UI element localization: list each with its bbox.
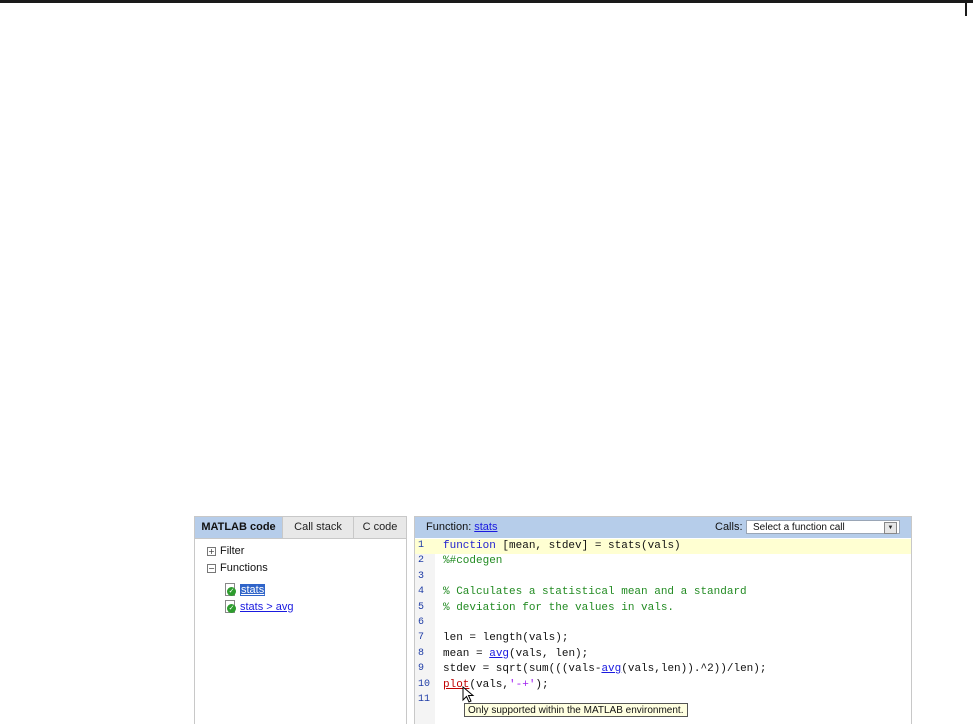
calls-label: Calls:: [715, 521, 743, 533]
code-line: 8 mean = avg(vals, len);: [415, 647, 911, 662]
dropdown-arrow-icon[interactable]: ▼: [884, 522, 897, 534]
line-number: 7: [418, 632, 425, 644]
mouse-pointer-icon: [462, 686, 475, 703]
code-text: %#codegen: [443, 554, 502, 569]
function-call-link[interactable]: avg: [489, 648, 509, 660]
line-number: 8: [418, 647, 425, 659]
tooltip: Only supported within the MATLAB environ…: [464, 703, 688, 717]
code-token: % Calculates a statistical mean and a st…: [443, 586, 747, 599]
code-line: 7 len = length(vals);: [415, 631, 911, 646]
line-number: 10: [418, 678, 431, 690]
function-label: Function:: [426, 521, 472, 533]
tab-call-stack[interactable]: Call stack: [283, 517, 354, 538]
function-link-stats[interactable]: stats: [240, 583, 266, 596]
check-icon: ✓: [225, 600, 237, 613]
calls-dropdown[interactable]: Select a function call ▼: [746, 520, 900, 534]
page-corner-mark: [965, 0, 967, 16]
code-text: % deviation for the values in vals.: [443, 601, 674, 616]
code-line: 5 % deviation for the values in vals.: [415, 601, 911, 616]
code-line: 2 %#codegen: [415, 554, 911, 569]
functions-node[interactable]: − Functions: [207, 562, 268, 574]
code-text: plot(vals,'-+');: [443, 678, 549, 693]
check-icon: ✓: [225, 583, 237, 596]
function-item[interactable]: ✓ stats: [225, 583, 266, 596]
filter-label: Filter: [220, 545, 245, 557]
filter-node[interactable]: + Filter: [207, 545, 244, 557]
line-number: 3: [418, 570, 425, 582]
function-link-stats-avg[interactable]: stats > avg: [240, 601, 294, 613]
line-number: 6: [418, 617, 425, 628]
report-navigation-panel: MATLAB code Call stack C code + Filter −…: [194, 516, 407, 724]
code-line: 1 function [mean, stdev] = stats(vals): [415, 539, 911, 554]
line-number: 9: [418, 663, 425, 675]
code-token: [mean, stdev] = stats(vals): [495, 540, 681, 552]
code-token: len = length(vals);: [443, 632, 569, 645]
line-number: 5: [418, 601, 425, 613]
collapse-icon[interactable]: −: [207, 563, 216, 573]
expand-icon[interactable]: +: [207, 546, 216, 556]
code-token: );: [535, 678, 549, 691]
line-number: 1: [418, 540, 425, 551]
code-text: function [mean, stdev] = stats(vals): [443, 539, 681, 554]
line-number: 4: [418, 586, 425, 598]
code-token: '-+': [509, 678, 536, 691]
code-token: stdev = sqrt(sum(((vals-: [443, 663, 602, 676]
code-line: 4 % Calculates a statistical mean and a s…: [415, 585, 911, 600]
line-number: 11: [418, 694, 431, 705]
code-line: 9 stdev = sqrt(sum(((vals-avg(vals,len)).…: [415, 662, 911, 677]
line-number: 2: [418, 555, 425, 567]
calls-dropdown-value: Select a function call: [753, 522, 845, 533]
code-editor[interactable]: 1 function [mean, stdev] = stats(vals) 2 %#…: [415, 539, 911, 724]
code-text: len = length(vals);: [443, 631, 568, 646]
code-line: 3: [415, 570, 911, 585]
function-call-link[interactable]: avg: [601, 663, 621, 675]
tab-matlab-code[interactable]: MATLAB code: [195, 517, 283, 538]
page-top-rule: [0, 0, 973, 3]
functions-label: Functions: [220, 562, 268, 574]
function-indicator: Function: stats: [426, 521, 497, 533]
code-text: stdev = sqrt(sum(((vals-avg(vals,len)).^…: [443, 662, 766, 677]
function-item[interactable]: ✓ stats > avg: [225, 600, 294, 613]
tab-bar: MATLAB code Call stack C code: [195, 517, 406, 539]
code-view-panel: Function: stats Calls: Select a function …: [414, 516, 912, 724]
code-line: 6: [415, 616, 911, 631]
code-text: % Calculates a statistical mean and a st…: [443, 585, 747, 600]
code-token: %#codegen: [443, 555, 503, 568]
code-text: mean = avg(vals, len);: [443, 647, 588, 662]
current-function-link[interactable]: stats: [474, 521, 497, 533]
code-token: % deviation for the values in vals.: [443, 601, 675, 614]
code-token: (vals,len)).^2))/len);: [621, 663, 767, 676]
tab-c-code[interactable]: C code: [354, 517, 406, 538]
code-header-bar: Function: stats Calls: Select a function …: [415, 517, 911, 538]
code-line: 10 plot(vals,'-+');: [415, 678, 911, 693]
code-token: (vals, len);: [509, 647, 589, 660]
code-token: function: [443, 540, 496, 552]
code-token: mean =: [443, 647, 490, 660]
